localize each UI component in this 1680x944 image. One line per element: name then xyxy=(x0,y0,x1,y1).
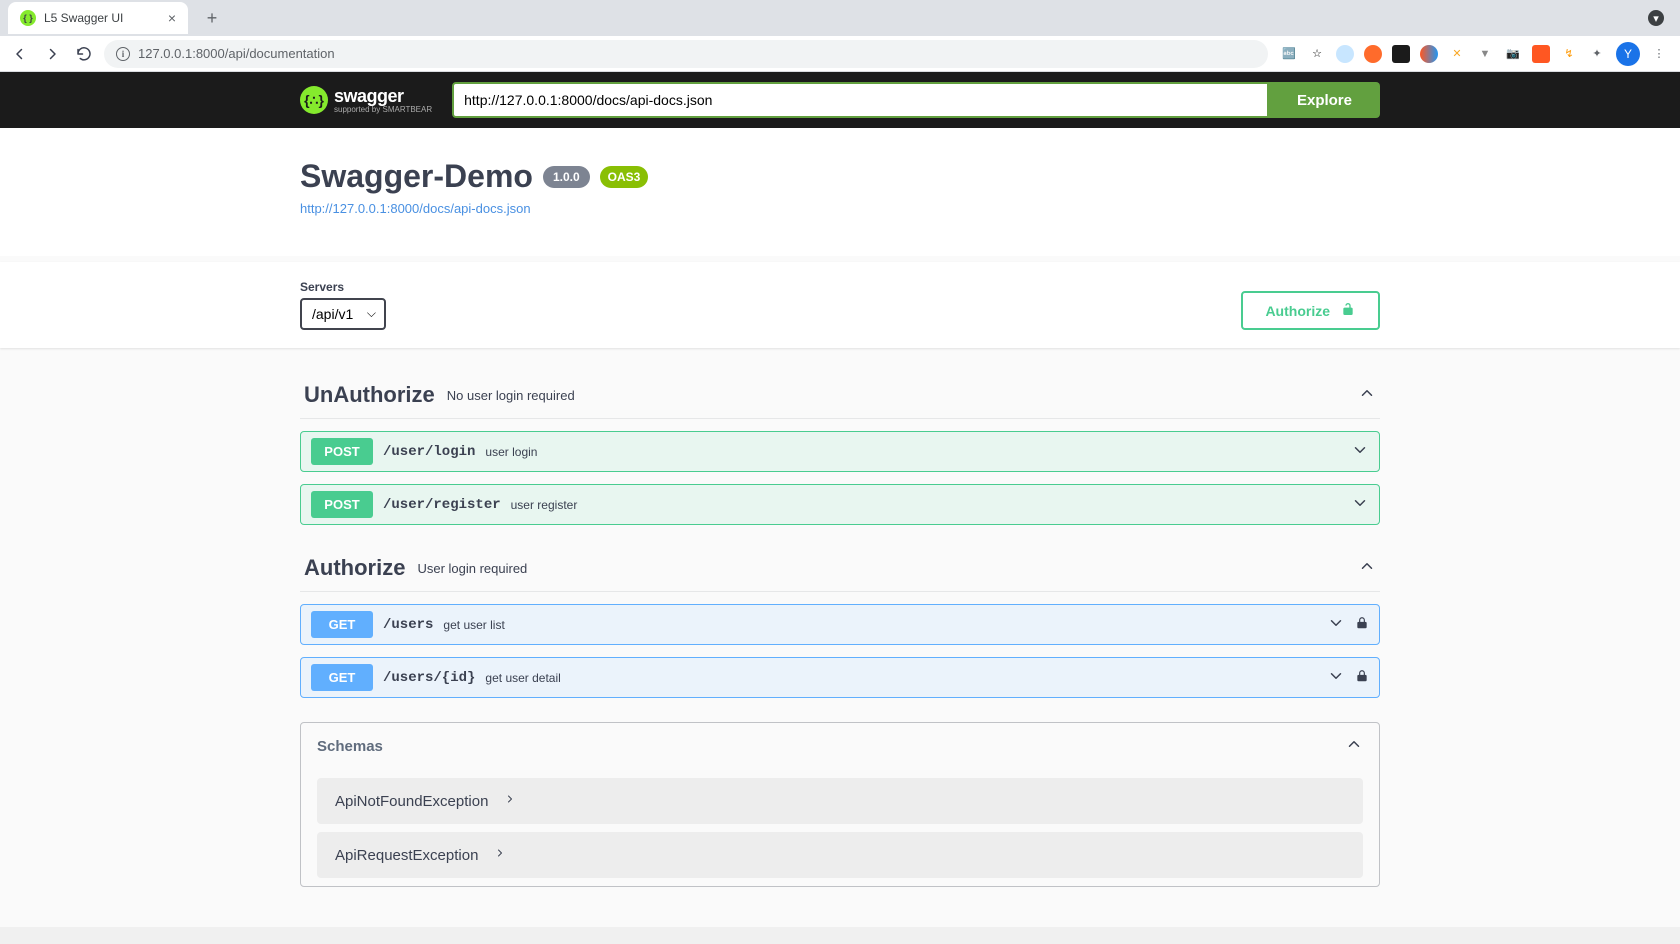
site-info-icon[interactable]: i xyxy=(116,47,130,61)
schema-item[interactable]: ApiNotFoundException xyxy=(317,778,1363,824)
api-title-text: Swagger-Demo xyxy=(300,158,533,195)
chevron-right-icon xyxy=(494,846,506,864)
extension-icon-7[interactable]: 📷 xyxy=(1504,45,1522,63)
schema-name: ApiNotFoundException xyxy=(335,793,488,810)
extension-icon-9[interactable]: ↯ xyxy=(1560,45,1578,63)
operation-summary: user login xyxy=(485,445,537,459)
browser-tab[interactable]: { } L5 Swagger UI × xyxy=(8,2,188,34)
lock-icon[interactable] xyxy=(1355,616,1369,633)
operation-summary: get user detail xyxy=(485,671,560,685)
method-badge: GET xyxy=(311,664,373,691)
bookmark-star-icon[interactable]: ☆ xyxy=(1308,45,1326,63)
api-info-section: Swagger-Demo 1.0.0 OAS3 http://127.0.0.1… xyxy=(0,128,1680,256)
chevron-down-icon xyxy=(1351,441,1369,462)
new-tab-button[interactable]: + xyxy=(198,8,226,29)
swagger-logo: {∴} swagger supported by SMARTBEAR xyxy=(300,86,432,114)
browser-toolbar: i 127.0.0.1:8000/api/documentation 🔤 ☆ ✕… xyxy=(0,36,1680,72)
chevron-down-icon xyxy=(1351,494,1369,515)
oas-badge: OAS3 xyxy=(600,166,649,188)
tab-strip: { } L5 Swagger UI × + ▾ xyxy=(0,0,1680,36)
extension-icon-4[interactable] xyxy=(1420,45,1438,63)
spec-url-input[interactable] xyxy=(452,82,1269,118)
operation-path: /users/{id} xyxy=(383,670,475,686)
authorize-label: Authorize xyxy=(1265,303,1330,319)
extension-icon-2[interactable] xyxy=(1364,45,1382,63)
extension-icon-6[interactable]: ▼ xyxy=(1476,45,1494,63)
operation-summary: get user list xyxy=(443,618,504,632)
servers-label: Servers xyxy=(300,280,386,294)
reload-button[interactable] xyxy=(72,42,96,66)
close-tab-icon[interactable]: × xyxy=(168,10,176,26)
extension-icon-3[interactable] xyxy=(1392,45,1410,63)
tag-description: No user login required xyxy=(447,388,575,403)
swagger-supported-text: supported by SMARTBEAR xyxy=(334,105,432,114)
schema-name: ApiRequestException xyxy=(335,847,478,864)
tag-name: Authorize xyxy=(304,555,405,581)
tag-authorize[interactable]: Authorize User login required xyxy=(300,545,1380,592)
extension-icon-5[interactable]: ✕ xyxy=(1448,45,1466,63)
chevron-down-icon xyxy=(1327,614,1345,635)
operations-wrapper: UnAuthorize No user login required POST … xyxy=(300,348,1380,927)
lock-icon[interactable] xyxy=(1355,669,1369,686)
method-badge: POST xyxy=(311,491,373,518)
chevron-up-icon xyxy=(1358,384,1376,407)
schemas-title: Schemas xyxy=(317,738,383,755)
favicon-icon: { } xyxy=(20,10,36,26)
translate-icon[interactable]: 🔤 xyxy=(1280,45,1298,63)
swagger-logo-icon: {∴} xyxy=(300,86,328,114)
tag-name: UnAuthorize xyxy=(304,382,435,408)
chevron-up-icon xyxy=(1345,735,1363,758)
extension-icon-8[interactable] xyxy=(1532,45,1550,63)
chrome-menu-icon[interactable]: ⋮ xyxy=(1650,45,1668,63)
profile-avatar[interactable]: Y xyxy=(1616,42,1640,66)
api-title: Swagger-Demo 1.0.0 OAS3 xyxy=(300,158,1380,195)
schemas-section: Schemas ApiNotFoundException ApiRequestE… xyxy=(300,722,1380,887)
operation-users-list[interactable]: GET /users get user list xyxy=(300,604,1380,645)
address-bar[interactable]: i 127.0.0.1:8000/api/documentation xyxy=(104,40,1268,68)
authorize-button[interactable]: Authorize xyxy=(1241,291,1380,330)
tab-title: L5 Swagger UI xyxy=(44,11,123,25)
tag-unauthorize[interactable]: UnAuthorize No user login required xyxy=(300,372,1380,419)
forward-button[interactable] xyxy=(40,42,64,66)
version-badge: 1.0.0 xyxy=(543,166,590,188)
extensions-puzzle-icon[interactable]: ✦ xyxy=(1588,45,1606,63)
operation-summary: user register xyxy=(511,498,578,512)
extension-icon-1[interactable] xyxy=(1336,45,1354,63)
schema-item[interactable]: ApiRequestException xyxy=(317,832,1363,878)
chevron-down-icon xyxy=(1327,667,1345,688)
url-text: 127.0.0.1:8000/api/documentation xyxy=(138,46,335,61)
operation-path: /user/login xyxy=(383,444,475,460)
explore-button[interactable]: Explore xyxy=(1269,82,1380,118)
toolbar-icons: 🔤 ☆ ✕ ▼ 📷 ↯ ✦ Y ⋮ xyxy=(1276,42,1672,66)
swagger-ui: {∴} swagger supported by SMARTBEAR Explo… xyxy=(0,72,1680,927)
back-button[interactable] xyxy=(8,42,32,66)
operation-user-login[interactable]: POST /user/login user login xyxy=(300,431,1380,472)
swagger-brand-text: swagger xyxy=(334,86,404,106)
chevron-right-icon xyxy=(504,792,516,810)
operation-user-register[interactable]: POST /user/register user register xyxy=(300,484,1380,525)
method-badge: GET xyxy=(311,611,373,638)
operation-path: /user/register xyxy=(383,497,501,513)
scheme-container: Servers /api/v1 Authorize xyxy=(0,262,1680,348)
chevron-up-icon xyxy=(1358,557,1376,580)
lock-open-icon xyxy=(1340,301,1356,320)
method-badge: POST xyxy=(311,438,373,465)
swagger-topbar: {∴} swagger supported by SMARTBEAR Explo… xyxy=(0,72,1680,128)
tag-description: User login required xyxy=(417,561,527,576)
api-docs-link[interactable]: http://127.0.0.1:8000/docs/api-docs.json xyxy=(300,201,1380,216)
operation-path: /users xyxy=(383,617,433,633)
account-indicator-icon[interactable]: ▾ xyxy=(1648,10,1664,26)
browser-chrome: { } L5 Swagger UI × + ▾ i 127.0.0.1:8000… xyxy=(0,0,1680,72)
schemas-header[interactable]: Schemas xyxy=(301,723,1379,770)
servers-select[interactable]: /api/v1 xyxy=(300,298,386,330)
operation-users-detail[interactable]: GET /users/{id} get user detail xyxy=(300,657,1380,698)
